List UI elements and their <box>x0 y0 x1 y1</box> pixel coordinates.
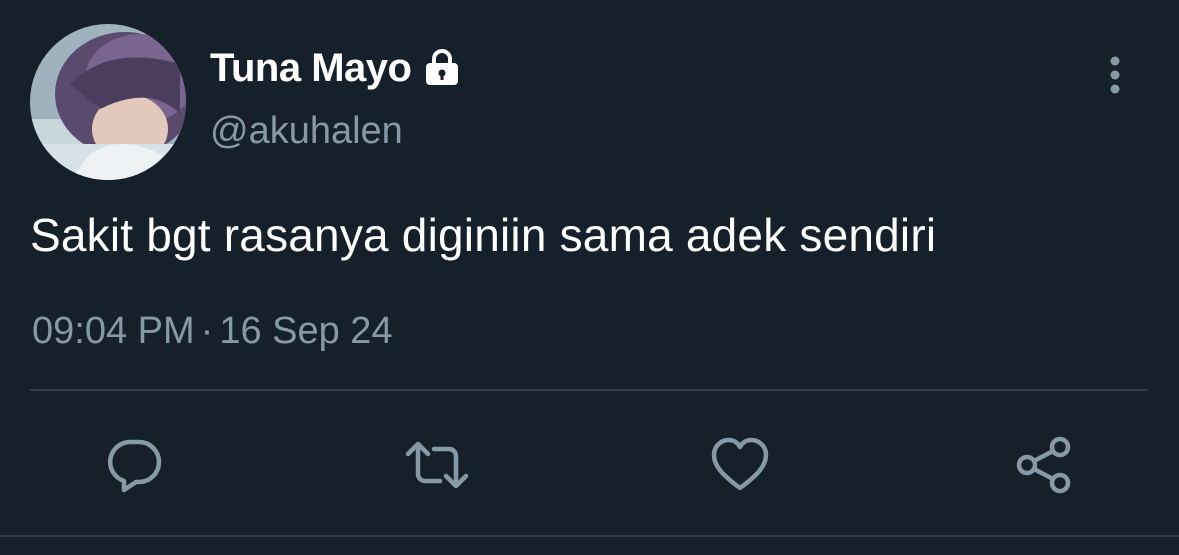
more-options-icon[interactable] <box>1100 54 1130 96</box>
share-button[interactable] <box>1011 432 1077 498</box>
display-name[interactable]: Tuna Mayo <box>210 46 412 91</box>
tweet-date: 16 Sep 24 <box>219 310 393 352</box>
avatar-image <box>30 24 186 180</box>
avatar[interactable] <box>30 24 186 180</box>
divider <box>0 535 1179 537</box>
timestamp-separator: · <box>200 310 214 352</box>
reply-button[interactable] <box>102 432 168 498</box>
heart-icon <box>711 437 769 491</box>
tweet-time: 09:04 PM <box>32 310 195 352</box>
divider <box>30 389 1148 391</box>
retweet-button[interactable] <box>404 432 470 498</box>
share-icon <box>1016 436 1071 494</box>
reply-icon <box>107 439 162 493</box>
tweet-card: Tuna Mayo @akuhalen Sakit bgt rasanya di… <box>0 0 1179 555</box>
lock-icon <box>421 47 463 89</box>
tweet-text: Sakit bgt rasanya diginiin sama adek sen… <box>30 209 937 261</box>
like-button[interactable] <box>707 432 773 498</box>
tweet-timestamp[interactable]: 09:04 PM · 16 Sep 24 <box>32 310 393 353</box>
display-name-row[interactable]: Tuna Mayo <box>210 42 463 94</box>
user-handle[interactable]: @akuhalen <box>210 110 403 153</box>
retweet-icon <box>405 441 469 489</box>
